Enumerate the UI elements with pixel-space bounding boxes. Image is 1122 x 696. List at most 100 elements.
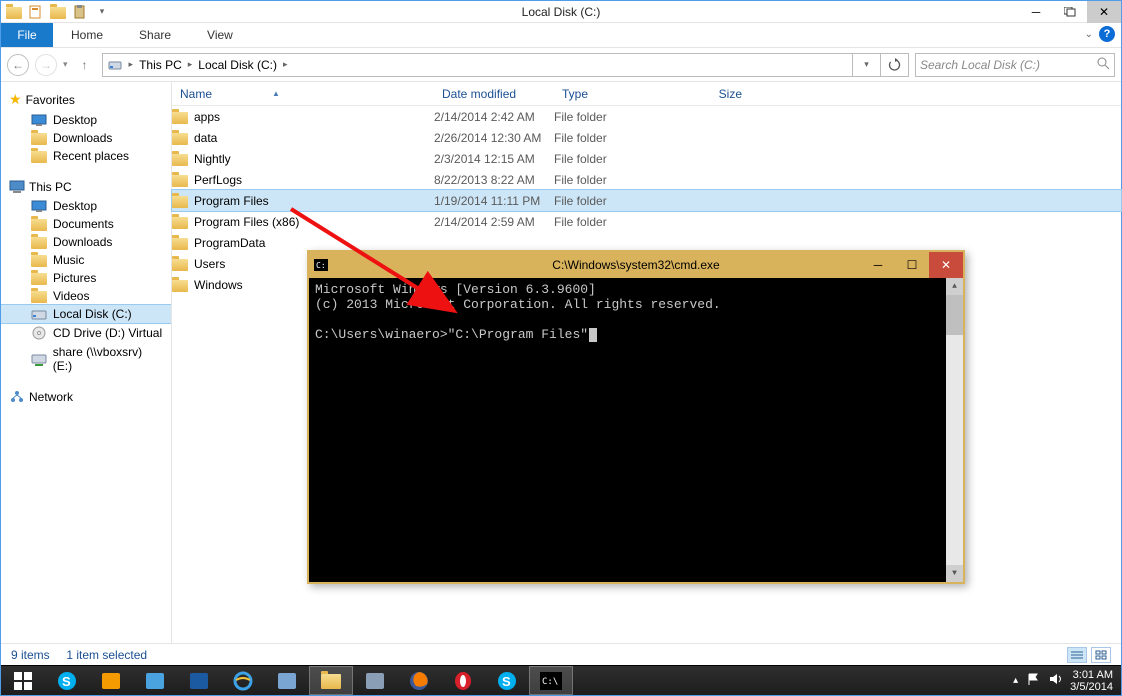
scroll-thumb[interactable]: [946, 295, 963, 335]
file-row[interactable]: data2/26/2014 12:30 AMFile folder: [172, 127, 1121, 148]
close-button[interactable]: ✕: [1087, 1, 1121, 23]
sidebar-item[interactable]: Local Disk (C:): [1, 305, 171, 323]
tray-expand-icon[interactable]: ▴: [1013, 675, 1018, 686]
breadcrumb-root[interactable]: This PC: [135, 54, 186, 76]
start-button[interactable]: [1, 666, 45, 695]
taskbar-firefox-icon[interactable]: [397, 666, 441, 695]
breadcrumb-current[interactable]: Local Disk (C:): [194, 54, 281, 76]
sidebar-item[interactable]: Desktop: [1, 197, 171, 215]
folder-icon: [172, 280, 188, 292]
scroll-down-icon[interactable]: ▼: [946, 565, 963, 582]
sidebar-item[interactable]: Documents: [1, 215, 171, 233]
star-icon: ★: [9, 91, 22, 108]
view-details-button[interactable]: [1067, 647, 1087, 663]
sidebar-item[interactable]: Pictures: [1, 269, 171, 287]
tray-flag-icon[interactable]: [1026, 672, 1040, 689]
sidebar-item-desktop[interactable]: Desktop: [1, 111, 171, 129]
taskbar-cmd-icon[interactable]: C:\: [529, 666, 573, 695]
chevron-right-icon[interactable]: ▸: [186, 59, 195, 70]
chevron-right-icon[interactable]: ▸: [281, 59, 290, 70]
svg-text:C:\: C:\: [542, 677, 558, 687]
file-row[interactable]: Program Files1/19/2014 11:11 PMFile fold…: [172, 190, 1121, 211]
file-row[interactable]: Nightly2/3/2014 12:15 AMFile folder: [172, 148, 1121, 169]
taskbar-app2-icon[interactable]: [133, 666, 177, 695]
file-row[interactable]: PerfLogs8/22/2013 8:22 AMFile folder: [172, 169, 1121, 190]
address-dropdown-icon[interactable]: ▾: [852, 54, 880, 76]
file-row[interactable]: Program Files (x86)2/14/2014 2:59 AMFile…: [172, 211, 1121, 232]
tab-share[interactable]: Share: [121, 23, 189, 47]
sidebar-item[interactable]: Music: [1, 251, 171, 269]
nav-history-dropdown-icon[interactable]: ▾: [63, 59, 68, 70]
scroll-up-icon[interactable]: ▲: [946, 278, 963, 295]
cd-icon: [31, 325, 47, 341]
svg-text:S: S: [62, 674, 71, 689]
nav-back-button[interactable]: ←: [7, 54, 29, 76]
taskbar-app1-icon[interactable]: [89, 666, 133, 695]
network-drive-icon: [31, 352, 47, 366]
view-icons-button[interactable]: [1091, 647, 1111, 663]
desktop-icon: [31, 200, 47, 212]
folder-icon: [172, 112, 188, 124]
tray-volume-icon[interactable]: [1048, 672, 1062, 689]
sidebar-item[interactable]: Videos: [1, 287, 171, 305]
cmd-cursor: [589, 328, 597, 342]
status-selected-count: 1 item selected: [66, 648, 147, 662]
sidebar-item[interactable]: CD Drive (D:) Virtual: [1, 323, 171, 343]
refresh-button[interactable]: [880, 54, 908, 76]
cmd-output[interactable]: Microsoft Windows [Version 6.3.9600] (c)…: [309, 278, 963, 582]
status-item-count: 9 items: [11, 648, 50, 662]
taskbar-app3-icon[interactable]: [177, 666, 221, 695]
ribbon: File Home Share View ⌄ ?: [1, 23, 1121, 48]
folder-icon: [172, 133, 188, 145]
navigation-pane: ★ Favorites Desktop Downloads Recent pla…: [1, 82, 171, 643]
minimize-button[interactable]: ─: [1019, 1, 1053, 23]
chevron-right-icon[interactable]: ▸: [127, 59, 136, 70]
file-row[interactable]: apps2/14/2014 2:42 AMFile folder: [172, 106, 1121, 127]
column-date[interactable]: Date modified: [434, 82, 554, 105]
sidebar-item[interactable]: share (\\vboxsrv) (E:): [1, 343, 171, 375]
help-icon[interactable]: ?: [1099, 26, 1115, 42]
thispc-group[interactable]: This PC: [1, 177, 171, 197]
tab-home[interactable]: Home: [53, 23, 121, 47]
taskbar-skype-icon[interactable]: S: [45, 666, 89, 695]
taskbar-explorer-icon[interactable]: [309, 666, 353, 695]
cmd-window[interactable]: C: C:\Windows\system32\cmd.exe ─ ☐ ✕ Mic…: [307, 250, 965, 584]
cmd-maximize-button[interactable]: ☐: [895, 252, 929, 278]
tab-file[interactable]: File: [1, 23, 53, 47]
tab-view[interactable]: View: [189, 23, 251, 47]
taskbar-skype2-icon[interactable]: S: [485, 666, 529, 695]
folder-icon: [31, 237, 47, 249]
nav-forward-button[interactable]: →: [35, 54, 57, 76]
folder-icon: [31, 151, 47, 163]
folder-icon: [172, 238, 188, 250]
address-box[interactable]: ▸ This PC ▸ Local Disk (C:) ▸ ▾: [102, 53, 909, 77]
maximize-button[interactable]: [1053, 1, 1087, 23]
cmd-titlebar[interactable]: C: C:\Windows\system32\cmd.exe ─ ☐ ✕: [309, 252, 963, 278]
favorites-label: Favorites: [26, 93, 75, 107]
sidebar-item[interactable]: Downloads: [1, 233, 171, 251]
taskbar-ie-icon[interactable]: [221, 666, 265, 695]
cmd-close-button[interactable]: ✕: [929, 252, 963, 278]
ribbon-expand-icon[interactable]: ⌄: [1085, 29, 1093, 40]
folder-icon: [31, 133, 47, 145]
tray-clock[interactable]: 3:01 AM 3/5/2014: [1070, 669, 1113, 693]
search-input[interactable]: Search Local Disk (C:): [915, 53, 1115, 77]
computer-icon: [9, 180, 25, 194]
column-type[interactable]: Type: [554, 82, 672, 105]
taskbar-app4-icon[interactable]: [265, 666, 309, 695]
folder-icon: [172, 154, 188, 166]
sidebar-item-recent[interactable]: Recent places: [1, 147, 171, 165]
taskbar-app5-icon[interactable]: [353, 666, 397, 695]
column-name[interactable]: Name: [172, 82, 434, 105]
folder-icon: [172, 217, 188, 229]
favorites-group[interactable]: ★ Favorites: [1, 88, 171, 111]
network-group[interactable]: Network: [1, 387, 171, 407]
nav-up-button[interactable]: ↑: [74, 54, 96, 76]
cmd-scrollbar[interactable]: ▲ ▼: [946, 278, 963, 582]
sidebar-item-downloads[interactable]: Downloads: [1, 129, 171, 147]
column-size[interactable]: Size: [672, 82, 752, 105]
cmd-minimize-button[interactable]: ─: [861, 252, 895, 278]
folder-icon: [31, 255, 47, 267]
window-titlebar: ▾ Local Disk (C:) ─ ✕: [1, 1, 1121, 23]
taskbar-opera-icon[interactable]: [441, 666, 485, 695]
